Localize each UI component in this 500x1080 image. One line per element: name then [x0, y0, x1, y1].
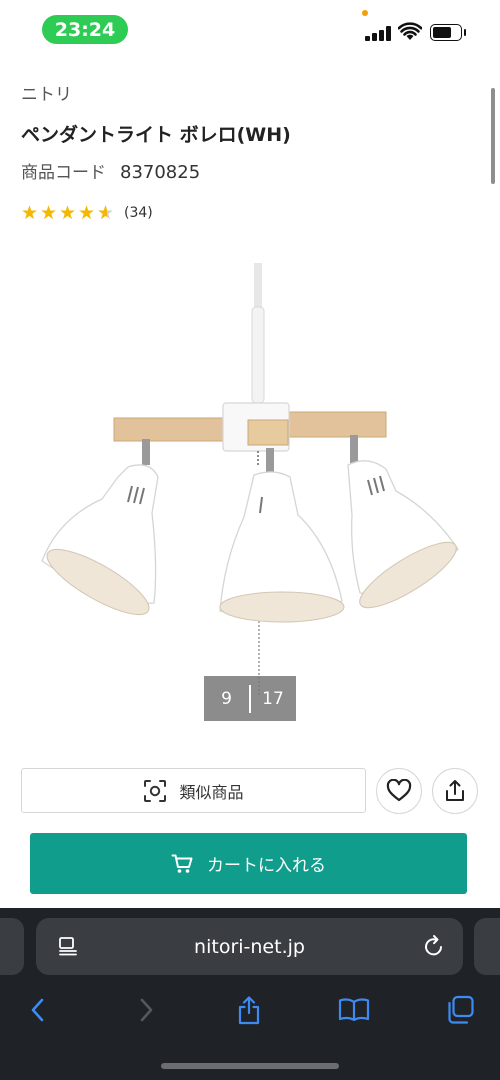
star-icon: ★ — [21, 202, 39, 224]
cart-icon — [171, 854, 193, 873]
previous-tab-preview[interactable] — [0, 918, 24, 975]
heart-icon — [386, 779, 412, 802]
similar-products-button[interactable]: 類似商品 — [21, 768, 366, 813]
tabs-icon — [448, 995, 474, 1024]
share-icon — [238, 996, 260, 1025]
battery-cap — [464, 29, 466, 36]
add-to-cart-label: カートに入れる — [207, 856, 326, 876]
reload-icon[interactable] — [423, 934, 445, 958]
rating[interactable]: ★ ★ ★ ★ ★ (34) — [21, 202, 153, 224]
next-tab-preview[interactable] — [474, 918, 500, 975]
bookmarks-button[interactable] — [336, 993, 372, 1027]
browser-toolbar — [0, 985, 500, 1035]
image-counter: 9 17 — [204, 676, 296, 721]
product-code-row: 商品コード 8370825 — [21, 158, 200, 183]
similar-products-label: 類似商品 — [179, 782, 244, 802]
back-button[interactable] — [20, 993, 56, 1027]
favorite-button[interactable] — [376, 768, 422, 814]
add-to-cart-button[interactable]: カートに入れる — [30, 833, 467, 894]
image-counter-total: 17 — [262, 688, 284, 709]
browser-share-button[interactable] — [231, 993, 267, 1027]
product-code-value: 8370825 — [120, 162, 201, 183]
forward-button[interactable] — [128, 993, 164, 1027]
star-icon: ★ — [59, 202, 77, 224]
bookmarks-icon — [338, 998, 370, 1022]
image-counter-current: 9 — [221, 688, 232, 709]
wifi-icon — [398, 22, 422, 40]
url-text[interactable]: nitori-net.jp — [36, 936, 463, 958]
page-menu-icon[interactable] — [58, 936, 78, 956]
back-icon — [31, 998, 44, 1022]
visual-search-icon — [144, 779, 167, 802]
half-star-icon: ★ — [97, 202, 116, 224]
status-time: 23:24 — [42, 15, 128, 44]
address-bar[interactable]: nitori-net.jp — [36, 918, 463, 975]
cellular-signal-icon — [365, 25, 391, 41]
battery-icon — [430, 24, 462, 41]
product-title: ペンダントライト ボレロ(WH) — [21, 124, 291, 146]
tabs-button[interactable] — [442, 993, 478, 1027]
star-icon: ★ — [40, 202, 58, 224]
product-image[interactable] — [30, 255, 470, 725]
share-icon — [446, 780, 464, 801]
status-bar: 23:24 — [0, 0, 500, 62]
review-count[interactable]: (34) — [124, 205, 153, 221]
forward-icon — [140, 998, 153, 1022]
brand-name: ニトリ — [21, 85, 72, 105]
share-button[interactable] — [432, 768, 478, 814]
home-indicator[interactable] — [161, 1063, 339, 1069]
page-scrollbar[interactable] — [491, 88, 495, 184]
privacy-indicator-dot — [362, 10, 368, 16]
star-icon: ★ — [78, 202, 96, 224]
product-code-label: 商品コード — [21, 163, 106, 183]
